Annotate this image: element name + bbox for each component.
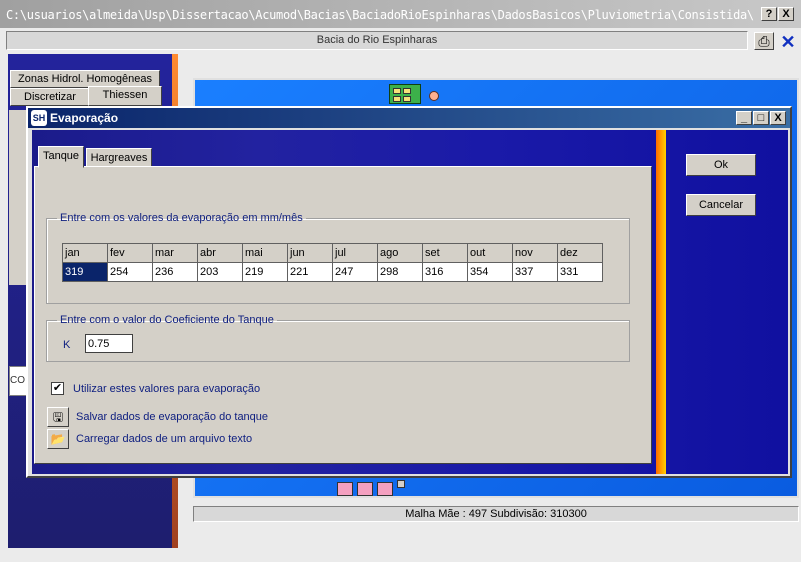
main-close-button[interactable]: X xyxy=(778,7,794,21)
load-text-button[interactable]: 📂 xyxy=(47,429,69,449)
evap-grid-value-row: 319 254 236 203 219 221 247 298 316 354 … xyxy=(62,262,603,282)
evaporation-dialog: SH Evaporação _ □ X Tanque Hargreaves En… xyxy=(26,106,792,478)
k-coefficient-input[interactable] xyxy=(85,334,133,353)
tab-tanque[interactable]: Tanque xyxy=(38,146,84,168)
value-cell[interactable]: 221 xyxy=(287,262,333,282)
map-cells-top xyxy=(381,84,429,106)
dialog-maximize-button[interactable]: □ xyxy=(753,111,769,125)
tanque-panel: Entre com os valores da evaporação em mm… xyxy=(34,166,652,464)
value-cell[interactable]: 316 xyxy=(422,262,468,282)
map-status-bar: Malha Mãe : 497 Subdivisão: 310300 xyxy=(193,506,799,522)
print-button[interactable]: ⎙ xyxy=(754,32,774,50)
month-cell: fev xyxy=(107,243,153,263)
tab-discretizar[interactable]: Discretizar xyxy=(10,88,90,106)
folder-open-icon: 📂 xyxy=(50,432,66,446)
floppy-disk-icon: 🖫 xyxy=(52,410,64,424)
app-logo-icon: SH xyxy=(31,110,47,126)
evap-grid-header-row: jan fev mar abr mai jun jul ago set out … xyxy=(62,243,603,263)
value-cell[interactable]: 203 xyxy=(197,262,243,282)
month-cell: jul xyxy=(332,243,378,263)
map-cells-bottom xyxy=(337,480,407,498)
value-cell[interactable]: 254 xyxy=(107,262,153,282)
tab-thiessen[interactable]: Thiessen xyxy=(88,86,162,106)
value-cell[interactable]: 236 xyxy=(152,262,198,282)
coef-legend: Entre com o valor do Coeficiente do Tanq… xyxy=(60,314,274,326)
value-cell[interactable]: 247 xyxy=(332,262,378,282)
help-button[interactable]: ? xyxy=(761,7,777,21)
save-tank-button[interactable]: 🖫 xyxy=(47,407,69,427)
month-cell: jan xyxy=(62,243,108,263)
main-window-title: C:\usuarios\almeida\Usp\Dissertacao\Acum… xyxy=(6,8,754,22)
use-values-label: Utilizar estes valores para evaporação xyxy=(73,383,261,395)
map-point-marker[interactable] xyxy=(429,91,439,101)
month-cell: abr xyxy=(197,243,243,263)
month-cell: out xyxy=(467,243,513,263)
month-cell: mar xyxy=(152,243,198,263)
use-values-checkbox[interactable]: ✔ xyxy=(51,382,64,395)
value-cell[interactable]: 337 xyxy=(512,262,558,282)
value-cell[interactable]: 331 xyxy=(557,262,603,282)
value-cell[interactable]: 319 xyxy=(62,262,108,282)
main-title-bar: C:\usuarios\almeida\Usp\Dissertacao\Acum… xyxy=(0,0,801,28)
value-cell[interactable]: 354 xyxy=(467,262,513,282)
printer-icon: ⎙ xyxy=(758,33,770,49)
month-cell: ago xyxy=(377,243,423,263)
month-cell: dez xyxy=(557,243,603,263)
coef-group: Entre com o valor do Coeficiente do Tanq… xyxy=(46,314,630,362)
dialog-title: Evaporação xyxy=(50,111,119,125)
map-status-text: Malha Mãe : 497 Subdivisão: 310300 xyxy=(405,508,587,520)
ok-button[interactable]: Ok xyxy=(686,154,756,176)
dialog-close-button[interactable]: X xyxy=(770,111,786,125)
left-input-fragment[interactable]: CO xyxy=(9,366,27,396)
month-cell: nov xyxy=(512,243,558,263)
dialog-minimize-button[interactable]: _ xyxy=(736,111,752,125)
value-cell[interactable]: 219 xyxy=(242,262,288,282)
k-label: K xyxy=(63,339,71,351)
load-text-label[interactable]: Carregar dados de um arquivo texto xyxy=(76,433,252,445)
basin-name: Bacia do Rio Espinharas xyxy=(316,34,438,46)
close-x-icon[interactable]: ✕ xyxy=(778,32,798,52)
basin-name-bar: Bacia do Rio Espinharas xyxy=(6,31,748,50)
month-cell: set xyxy=(422,243,468,263)
month-cell: mai xyxy=(242,243,288,263)
dialog-decor-stripe xyxy=(656,130,666,474)
evap-grid[interactable]: jan fev mar abr mai jun jul ago set out … xyxy=(62,243,603,282)
save-tank-label[interactable]: Salvar dados de evaporação do tanque xyxy=(76,411,268,423)
dialog-title-bar: SH Evaporação _ □ X xyxy=(28,108,790,128)
value-cell[interactable]: 298 xyxy=(377,262,423,282)
tab-hargreaves[interactable]: Hargreaves xyxy=(86,148,152,168)
cancel-button[interactable]: Cancelar xyxy=(686,194,756,216)
month-cell: jun xyxy=(287,243,333,263)
evap-values-legend: Entre com os valores da evaporação em mm… xyxy=(60,212,303,224)
